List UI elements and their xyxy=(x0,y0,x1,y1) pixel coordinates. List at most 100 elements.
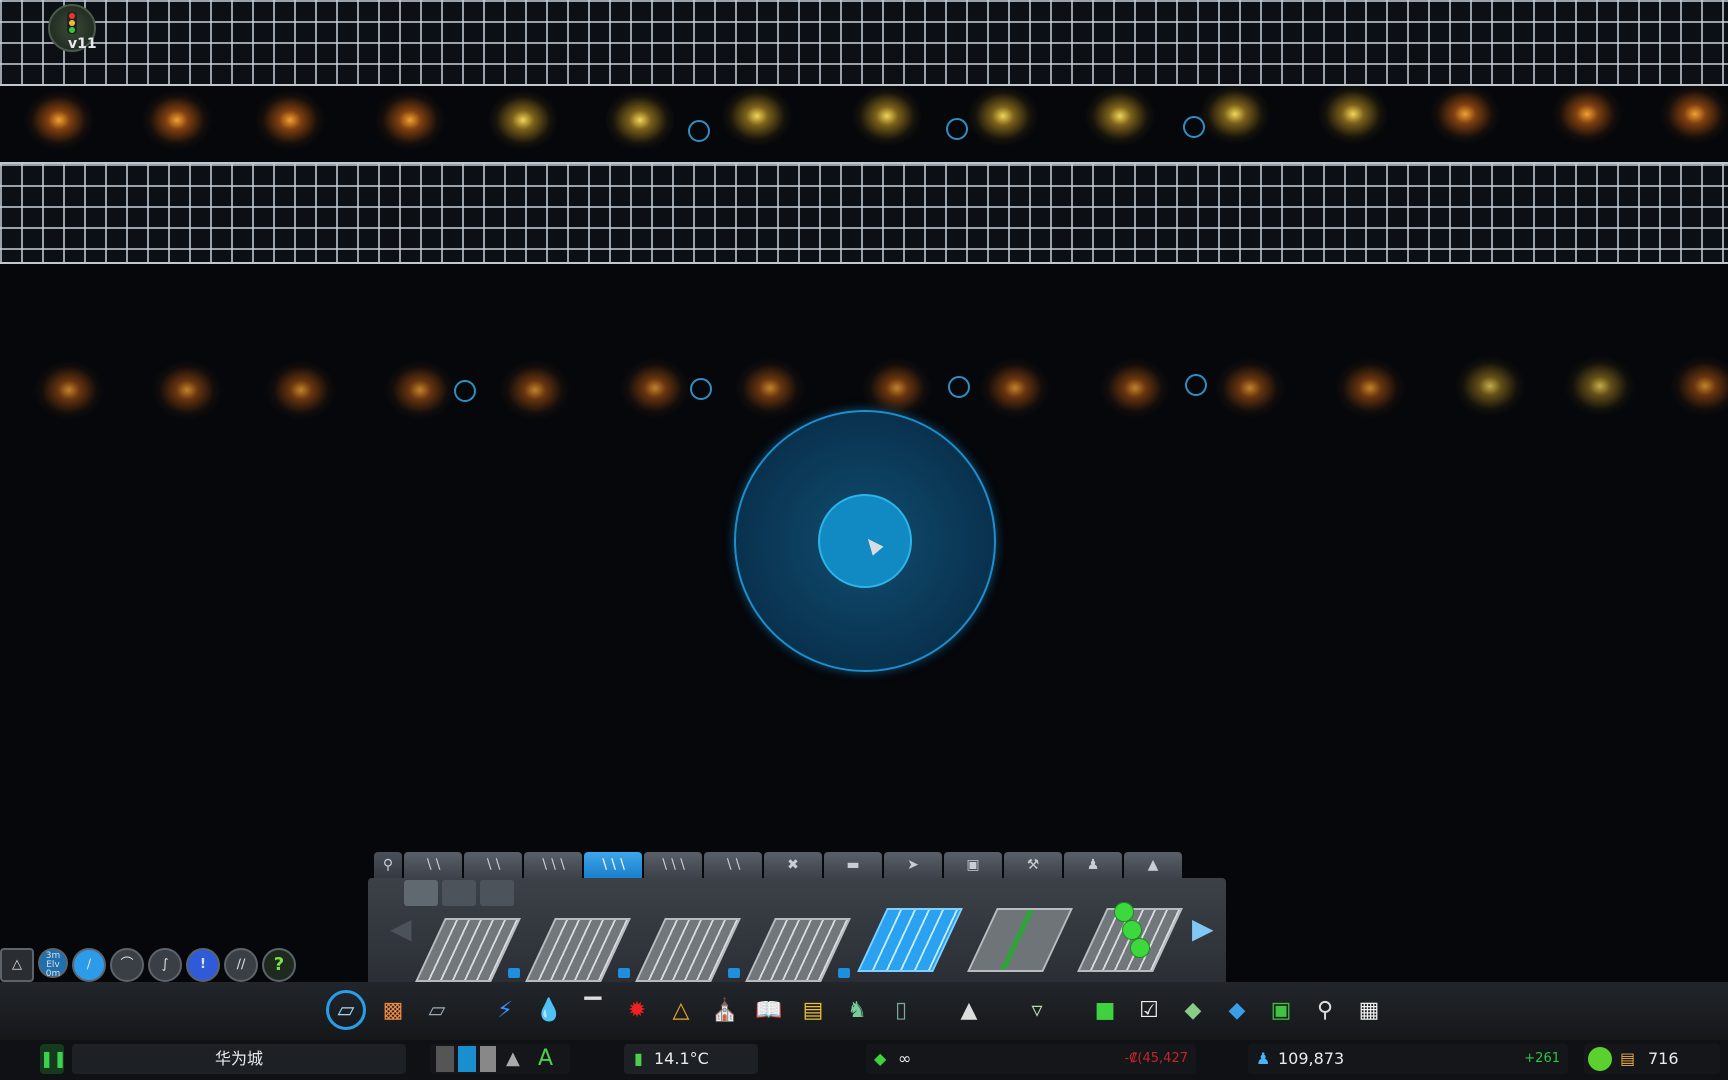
help-icon[interactable]: ? xyxy=(262,948,296,982)
info-views-group[interactable]: ▲ A xyxy=(430,1044,570,1074)
tab-large-roads[interactable]: ∖∖∖ xyxy=(524,852,582,878)
upgrade-road-icon[interactable]: ! xyxy=(186,948,220,982)
tab-parking[interactable]: ▣ xyxy=(944,852,1002,878)
fire-icon[interactable]: ✹ xyxy=(620,993,654,1027)
monuments-icon[interactable]: ▯ xyxy=(884,993,918,1027)
zoning-grid-top[interactable] xyxy=(0,0,1728,86)
police-icon[interactable]: △ xyxy=(664,993,698,1027)
tab-small-roads[interactable]: ∖∖ xyxy=(404,852,462,878)
street-light xyxy=(488,90,558,150)
toolbar-icons: ▱ ▩ ▱ ⚡ 💧 ▔ ✹ △ ⛪ 📖 ▤ ♞ ▯ ▲ ▿ ■ ☑ ◆ ◆ ▣ … xyxy=(326,990,1386,1030)
happy-face-icon xyxy=(1588,1047,1612,1071)
tab-vehicles[interactable]: ▲ xyxy=(1124,852,1182,878)
milestone-icon: ▤ xyxy=(1620,1049,1636,1068)
street-light xyxy=(152,360,222,420)
street-light xyxy=(1565,356,1635,416)
street-light xyxy=(968,86,1038,146)
straight-road-icon[interactable]: ∕ xyxy=(72,948,106,982)
street-light xyxy=(34,360,104,420)
tree-icon[interactable]: ▲ xyxy=(506,1044,520,1074)
search-icon[interactable]: ⚲ xyxy=(374,852,402,878)
tab-one-way[interactable]: ∖∖∖ xyxy=(644,852,702,878)
landscaping-icon[interactable]: ▲ xyxy=(952,993,986,1027)
tab-paths[interactable]: ♟ xyxy=(1064,852,1122,878)
road-node[interactable] xyxy=(1183,116,1205,138)
street-light xyxy=(385,360,455,420)
roads-icon[interactable]: ▱ xyxy=(326,990,366,1030)
one-lane-highway-icon[interactable] xyxy=(745,912,851,982)
city-name[interactable]: 华为城 xyxy=(72,1044,406,1074)
tab-tracks[interactable]: ∖∖ xyxy=(704,852,762,878)
industry-icon[interactable]: ▔ xyxy=(576,993,610,1027)
three-lane-highway-icon[interactable] xyxy=(525,912,631,982)
tab-pedestrian[interactable]: ➤ xyxy=(884,852,942,878)
money-value: ∞ xyxy=(898,1049,912,1068)
two-lane-highway-icon[interactable] xyxy=(635,912,741,982)
tab-bus-roads[interactable]: ▬ xyxy=(824,852,882,878)
street-light xyxy=(1660,84,1728,144)
areas-icon[interactable]: ◆ xyxy=(1220,993,1254,1027)
tab-medium-roads[interactable]: ∖∖ xyxy=(464,852,522,878)
vehicles-icon[interactable]: ▦ xyxy=(1352,993,1386,1027)
street-light xyxy=(1215,358,1285,418)
street-light xyxy=(255,90,325,150)
public-transport-icon[interactable]: ▤ xyxy=(796,993,830,1027)
temperature-display: ▮ 14.1°C xyxy=(624,1044,758,1074)
snap-toggle-icon[interactable]: △ xyxy=(0,948,34,982)
scroll-right-arrow-icon[interactable]: ▶ xyxy=(1192,912,1214,945)
bus-road-subtab[interactable] xyxy=(480,880,514,906)
pause-button[interactable]: ❚❚ xyxy=(40,1044,67,1074)
tab-intersections[interactable]: ✖ xyxy=(764,852,822,878)
road-node[interactable] xyxy=(1185,374,1207,396)
terrain-icon[interactable]: ▿ xyxy=(1020,993,1054,1027)
road-upper xyxy=(0,84,1728,160)
freeform-road-icon[interactable]: ∫ xyxy=(148,948,182,982)
checklist-icon[interactable]: ☑ xyxy=(1132,993,1166,1027)
traffic-light-icon xyxy=(67,12,77,34)
healthcare-icon[interactable]: ⛪ xyxy=(708,993,742,1027)
elevation-step-icon[interactable]: 3m Elv 0m xyxy=(38,948,68,979)
bar-chart-icon[interactable] xyxy=(436,1046,496,1072)
street-light xyxy=(1430,84,1500,144)
street-light xyxy=(375,90,445,150)
scroll-left-arrow-icon[interactable]: ◀ xyxy=(390,912,412,945)
road-node[interactable] xyxy=(688,120,710,142)
green-median-highway-icon[interactable] xyxy=(967,902,1073,972)
districts-icon[interactable]: ▱ xyxy=(420,993,454,1027)
curved-road-icon[interactable]: ⌒ xyxy=(110,948,144,982)
tab-tools[interactable]: ⚒ xyxy=(1004,852,1062,878)
road-node[interactable] xyxy=(690,378,712,400)
zoning-icon[interactable]: ▩ xyxy=(376,993,410,1027)
unique-buildings-icon[interactable]: ■ xyxy=(1088,993,1122,1027)
education-icon[interactable]: 📖 xyxy=(752,993,786,1027)
resources-icon[interactable]: ◆ xyxy=(1176,993,1210,1027)
parallel-road-icon[interactable]: ∕∕ xyxy=(224,948,258,982)
electricity-icon[interactable]: ⚡ xyxy=(488,993,522,1027)
tab-highways[interactable]: ∖∖∖ xyxy=(584,852,642,878)
beautification-icon[interactable]: ♞ xyxy=(840,993,874,1027)
road-surface-subtab[interactable] xyxy=(404,880,438,906)
water-icon[interactable]: 💧 xyxy=(532,993,566,1027)
street-light xyxy=(735,358,805,418)
four-lane-highway-icon[interactable] xyxy=(415,912,521,982)
tree-highway-icon[interactable] xyxy=(1077,902,1183,972)
search-icon[interactable]: ⚲ xyxy=(1308,993,1342,1027)
street-light xyxy=(605,90,675,150)
population-value: 109,873 xyxy=(1278,1049,1345,1068)
traffic-manager-badge[interactable]: v11 xyxy=(48,4,97,52)
blue-highway-icon[interactable] xyxy=(857,902,963,972)
road-node[interactable] xyxy=(946,118,968,140)
road-node[interactable] xyxy=(948,376,970,398)
road-node[interactable] xyxy=(454,380,476,402)
road-subtabs xyxy=(404,880,514,906)
green-road-subtab[interactable] xyxy=(442,880,476,906)
mod-version-label: v11 xyxy=(68,36,97,52)
street-light xyxy=(1335,358,1405,418)
thermometer-icon: ▮ xyxy=(634,1049,643,1068)
money-display: ◆ ∞ -₡(45,427 xyxy=(866,1044,1196,1074)
chirper-icon[interactable]: A xyxy=(538,1044,553,1074)
map-icon[interactable]: ▣ xyxy=(1264,993,1298,1027)
zoning-grid-middle[interactable] xyxy=(0,162,1728,264)
street-light xyxy=(1318,84,1388,144)
street-light xyxy=(1100,358,1170,418)
